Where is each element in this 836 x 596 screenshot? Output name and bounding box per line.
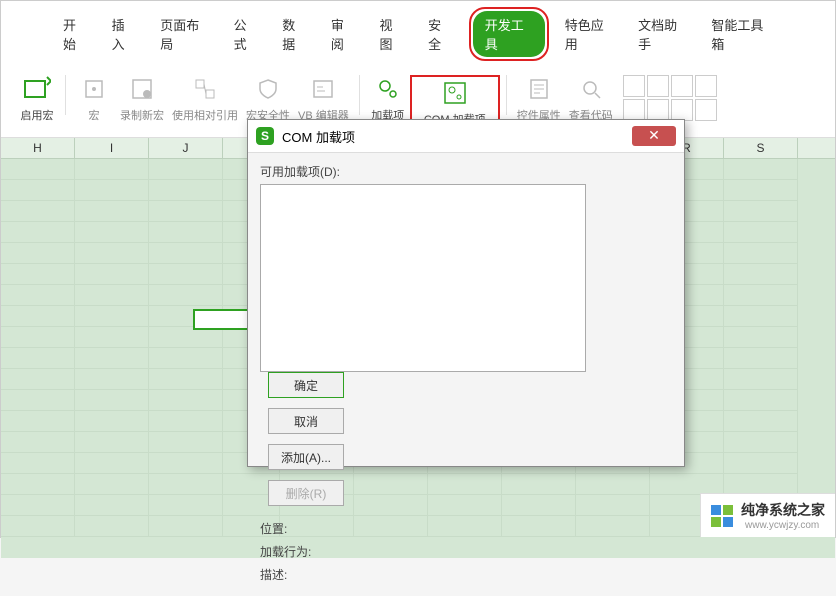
load-behavior-label: 加载行为:: [260, 541, 672, 564]
magnify-icon: [577, 75, 605, 103]
relative-ref-icon: [191, 75, 219, 103]
watermark-logo-icon: [711, 505, 733, 527]
button-control-icon[interactable]: [647, 99, 669, 121]
com-addins-dialog: S COM 加载项 ✕ 可用加载项(D): 确定 取消 添加(A)... 删除(…: [247, 119, 685, 467]
close-button[interactable]: ✕: [632, 126, 676, 146]
col-header[interactable]: J: [149, 138, 223, 158]
col-header[interactable]: I: [75, 138, 149, 158]
macro-label: 宏: [89, 107, 100, 123]
spinner-control-icon[interactable]: [695, 99, 717, 121]
add-button[interactable]: 添加(A)...: [268, 444, 344, 470]
remove-button: 删除(R): [268, 480, 344, 506]
label-control-icon[interactable]: [671, 99, 693, 121]
cancel-button[interactable]: 取消: [268, 408, 344, 434]
tab-developer-highlight: 开发工具: [469, 7, 549, 61]
separator: [359, 75, 360, 115]
checkbox-control-icon[interactable]: [623, 75, 645, 97]
tab-insert[interactable]: 插入: [104, 11, 145, 57]
record-macro-label: 录制新宏: [120, 107, 164, 123]
dialog-body: 可用加载项(D): 确定 取消 添加(A)... 删除(R) 位置: 加载行为:…: [248, 153, 684, 596]
dialog-titlebar[interactable]: S COM 加载项 ✕: [248, 120, 684, 153]
list-control-icon[interactable]: [695, 75, 717, 97]
radio-control-icon[interactable]: [623, 99, 645, 121]
addins-listbox[interactable]: [260, 184, 586, 372]
watermark-title: 纯净系统之家: [741, 500, 825, 520]
separator: [506, 75, 507, 115]
gear-icon: [374, 75, 402, 103]
relative-ref-button[interactable]: 使用相对引用: [172, 75, 238, 123]
dialog-app-icon: S: [256, 127, 274, 145]
macro-button[interactable]: 宏: [76, 75, 112, 123]
macro-icon: [80, 75, 108, 103]
tab-start[interactable]: 开始: [55, 11, 96, 57]
tab-view[interactable]: 视图: [371, 11, 412, 57]
selected-cell[interactable]: [193, 309, 250, 330]
view-code-button[interactable]: 查看代码: [569, 75, 613, 123]
tab-developer[interactable]: 开发工具: [473, 11, 545, 57]
tab-data[interactable]: 数据: [274, 11, 315, 57]
ribbon-tabs: 开始 插入 页面布局 公式 数据 审阅 视图 安全 开发工具 特色应用 文档助手…: [1, 1, 835, 67]
location-label: 位置:: [260, 518, 672, 541]
relative-ref-label: 使用相对引用: [172, 107, 238, 123]
tab-review[interactable]: 审阅: [323, 11, 364, 57]
vb-editor-icon: [309, 75, 337, 103]
vb-editor-button[interactable]: VB 编辑器: [298, 75, 349, 123]
description-label: 描述:: [260, 564, 672, 587]
separator: [65, 75, 66, 115]
properties-icon: [525, 75, 553, 103]
tab-formula[interactable]: 公式: [226, 11, 267, 57]
tab-special[interactable]: 特色应用: [557, 11, 622, 57]
combo-control-icon[interactable]: [671, 75, 693, 97]
com-addins-icon: [441, 79, 469, 107]
col-header[interactable]: H: [1, 138, 75, 158]
textbox-control-icon[interactable]: [647, 75, 669, 97]
record-macro-icon: [128, 75, 156, 103]
tab-security[interactable]: 安全: [420, 11, 461, 57]
ok-button[interactable]: 确定: [268, 372, 344, 398]
ctrl-props-button[interactable]: 控件属性: [517, 75, 561, 123]
enable-macro-icon: [23, 75, 51, 103]
record-macro-button[interactable]: 录制新宏: [120, 75, 164, 123]
tab-layout[interactable]: 页面布局: [152, 11, 217, 57]
watermark: 纯净系统之家 www.ycwjzy.com: [700, 493, 835, 537]
watermark-url: www.ycwjzy.com: [745, 520, 825, 531]
col-header[interactable]: S: [724, 138, 798, 158]
available-addins-label: 可用加载项(D):: [260, 163, 672, 180]
control-toolbox[interactable]: [623, 75, 717, 121]
dialog-title: COM 加载项: [282, 127, 355, 146]
tab-smarttools[interactable]: 智能工具箱: [703, 11, 781, 57]
macro-security-button[interactable]: 宏安全性: [246, 75, 290, 123]
addins-button[interactable]: 加载项: [370, 75, 406, 123]
enable-macro-button[interactable]: 启用宏: [19, 75, 55, 123]
shield-icon: [254, 75, 282, 103]
enable-macro-label: 启用宏: [21, 107, 54, 123]
tab-dochelper[interactable]: 文档助手: [630, 11, 695, 57]
